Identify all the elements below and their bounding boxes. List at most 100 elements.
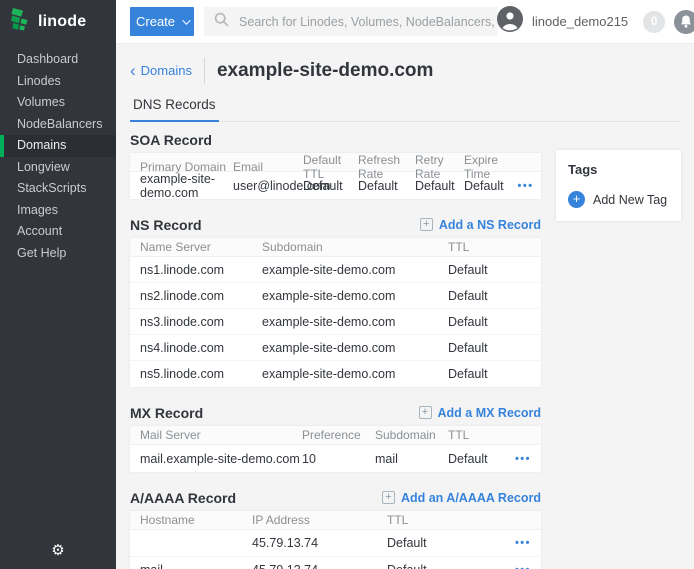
sidebar-item-get-help[interactable]: Get Help [0, 243, 116, 265]
table-row: mail.example-site-demo.com 10 mail Defau… [130, 445, 541, 472]
table-row: 45.79.13.74 Default ••• [130, 530, 541, 557]
username[interactable]: linode_demo215 [532, 14, 628, 29]
tab-bar: DNS Records [130, 96, 681, 122]
chevron-down-icon [182, 16, 190, 24]
breadcrumb-back-link[interactable]: ‹ Domains [130, 63, 192, 78]
cell-ttl: Default [387, 536, 501, 550]
create-button-label: Create [136, 14, 175, 29]
brand-name: linode [38, 13, 86, 31]
cell-subdomain: example-site-demo.com [262, 263, 448, 277]
avatar[interactable] [497, 6, 523, 37]
column-header: Hostname [140, 513, 252, 527]
user-area: linode_demo215 0 [497, 6, 694, 37]
cell-subdomain: example-site-demo.com [262, 367, 448, 381]
a-table: Hostname IP Address TTL 45.79.13.74 Defa… [130, 511, 541, 569]
sidebar-item-longview[interactable]: Longview [0, 157, 116, 179]
cell-ttl: Default [448, 315, 531, 329]
cell-subdomain: example-site-demo.com [262, 289, 448, 303]
table-row: ns1.linode.com example-site-demo.com Def… [130, 257, 541, 283]
sidebar-nav: Dashboard Linodes Volumes NodeBalancers … [0, 44, 116, 264]
cell-name-server: ns3.linode.com [140, 315, 262, 329]
row-actions-button[interactable]: ••• [501, 564, 531, 569]
search-input[interactable] [237, 14, 497, 30]
sidebar-item-dashboard[interactable]: Dashboard [0, 49, 116, 71]
cell-hostname: mail [140, 563, 252, 569]
column-header: TTL [387, 513, 501, 527]
column-header: Retry Rate [415, 153, 464, 181]
tab-dns-records[interactable]: DNS Records [130, 97, 219, 122]
cell-retry-rate: Default [415, 179, 464, 193]
cell-ttl: Default [448, 452, 501, 466]
add-a-record-link[interactable]: + Add an A/AAAA Record [382, 491, 541, 505]
a-section-title: A/AAAA Record [130, 490, 236, 506]
add-new-tag-label: Add New Tag [593, 193, 667, 207]
ns-table: Name Server Subdomain TTL ns1.linode.com… [130, 238, 541, 387]
add-mx-record-link[interactable]: + Add a MX Record [419, 406, 542, 420]
cell-subdomain: mail [375, 452, 448, 466]
cell-primary-domain: example-site-demo.com [140, 172, 233, 200]
notification-count-badge[interactable]: 0 [643, 11, 665, 33]
tags-panel-title: Tags [568, 162, 669, 177]
sidebar-item-account[interactable]: Account [0, 221, 116, 243]
ns-table-header: Name Server Subdomain TTL [130, 238, 541, 257]
sidebar: linode Dashboard Linodes Volumes NodeBal… [0, 0, 116, 569]
breadcrumb: ‹ Domains example-site-demo.com [130, 57, 681, 84]
linode-logo-mark-icon [11, 8, 31, 36]
soa-record-section: SOA Record Primary Domain Email Default … [130, 129, 541, 199]
linode-logo[interactable]: linode [0, 0, 116, 44]
column-header: Email [233, 160, 303, 174]
cell-preference: 10 [302, 452, 375, 466]
column-header: Refresh Rate [358, 153, 415, 181]
column-header: Name Server [140, 240, 262, 254]
row-actions-button[interactable]: ••• [501, 453, 531, 465]
a-table-header: Hostname IP Address TTL [130, 511, 541, 530]
column-header: Default TTL [303, 153, 358, 181]
create-button[interactable]: Create [130, 7, 194, 36]
sidebar-item-domains[interactable]: Domains [0, 135, 116, 157]
add-ns-record-link[interactable]: + Add a NS Record [420, 218, 541, 232]
cell-ip-address: 45.79.13.74 [252, 536, 387, 550]
column-header: IP Address [252, 513, 387, 527]
column-header: TTL [448, 428, 501, 442]
search-bar[interactable] [204, 7, 497, 36]
column-header: Mail Server [140, 428, 302, 442]
records-column: SOA Record Primary Domain Email Default … [130, 129, 541, 569]
cell-mail-server: mail.example-site-demo.com [140, 452, 302, 466]
back-chevron-icon: ‹ [130, 64, 136, 77]
row-actions-button[interactable]: ••• [504, 180, 534, 192]
cell-email: user@linode.com [233, 179, 303, 193]
add-ns-record-label: Add a NS Record [439, 218, 541, 232]
column-header: TTL [448, 240, 531, 254]
ns-record-section: NS Record + Add a NS Record Name Server … [130, 214, 541, 387]
column-header: Subdomain [375, 428, 448, 442]
column-header: Expire Time [464, 153, 501, 181]
cell-ttl: Default [448, 341, 531, 355]
cell-ttl: Default [387, 563, 501, 569]
mx-table-header: Mail Server Preference Subdomain TTL [130, 426, 541, 445]
sidebar-item-images[interactable]: Images [0, 200, 116, 222]
topbar: Create linode_demo215 0 [116, 0, 694, 44]
breadcrumb-label: Domains [141, 63, 192, 78]
plus-circle-icon: + [568, 191, 585, 208]
mx-table: Mail Server Preference Subdomain TTL mai… [130, 426, 541, 472]
table-row: ns4.linode.com example-site-demo.com Def… [130, 335, 541, 361]
cell-name-server: ns5.linode.com [140, 367, 262, 381]
sidebar-item-linodes[interactable]: Linodes [0, 71, 116, 93]
settings-gear-icon[interactable]: ⚙ [0, 541, 116, 559]
cell-subdomain: example-site-demo.com [262, 341, 448, 355]
sidebar-item-stackscripts[interactable]: StackScripts [0, 178, 116, 200]
sidebar-item-nodebalancers[interactable]: NodeBalancers [0, 114, 116, 136]
cell-expire-time: Default [464, 179, 504, 193]
add-a-record-label: Add an A/AAAA Record [401, 491, 541, 505]
plus-box-icon: + [419, 406, 432, 419]
notifications-bell-icon[interactable] [674, 10, 694, 34]
cell-subdomain: example-site-demo.com [262, 315, 448, 329]
add-new-tag-button[interactable]: + Add New Tag [568, 191, 669, 208]
cell-default-ttl: Default [303, 179, 358, 193]
table-row: ns3.linode.com example-site-demo.com Def… [130, 309, 541, 335]
cell-name-server: ns1.linode.com [140, 263, 262, 277]
breadcrumb-divider [204, 58, 205, 84]
sidebar-item-volumes[interactable]: Volumes [0, 92, 116, 114]
tags-column: Tags + Add New Tag [556, 129, 681, 569]
row-actions-button[interactable]: ••• [501, 537, 531, 549]
